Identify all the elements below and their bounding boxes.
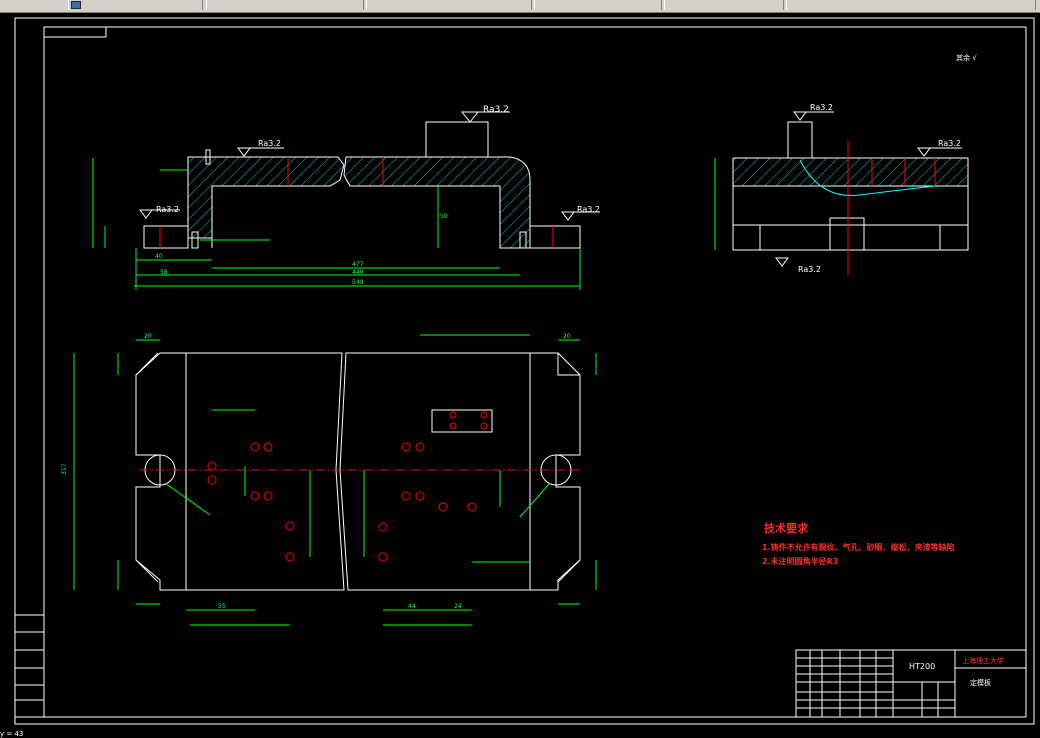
part-name: 定模板 <box>970 678 991 687</box>
tech-requirement-1: 1.铸件不允许有裂纹、气孔、砂眼、缩松、夹渣等缺陷 <box>762 542 955 552</box>
dim-plan-w3: 24 <box>454 603 462 610</box>
plan-view <box>73 334 597 626</box>
dim-plan-w2: 44 <box>408 603 416 610</box>
corner-code-box <box>43 26 107 38</box>
tech-requirement-2: 2.未注明圆角半径R3 <box>762 556 838 566</box>
roughness-label-4: Ra3.2 <box>810 103 833 112</box>
revision-block <box>14 614 45 718</box>
material-label: HT200 <box>909 662 935 671</box>
roughness-label-1: Ra3.2 <box>258 139 281 148</box>
sheet-inner-border <box>43 26 1027 718</box>
command-status-line: y = 43 <box>0 730 24 738</box>
tech-requirements-title: 技术要求 <box>764 521 809 535</box>
dim-front-4: 449 <box>352 269 364 276</box>
tab-2[interactable] <box>206 0 364 10</box>
dim-front-1: 40 <box>155 253 163 260</box>
dim-front-6: 50 <box>440 213 448 220</box>
roughness-label-top: Ra3.2 <box>483 105 509 115</box>
hole-markers <box>207 411 488 562</box>
dim-front-3: 477 <box>352 261 364 268</box>
dim-front-2: 58 <box>160 269 168 276</box>
cad-drawing-canvas[interactable]: 其余 √ 40 58 477 449 549 50 Ra3.2 Ra3.2 Ra… <box>0 12 1040 731</box>
roughness-symbols <box>139 111 962 267</box>
tab-3[interactable] <box>366 0 532 10</box>
tab-1[interactable] <box>68 0 203 10</box>
roughness-label-6: Ra3.2 <box>798 265 821 274</box>
roughness-label-3: Ra3.2 <box>577 205 600 214</box>
side-section-view <box>714 121 969 275</box>
roughness-label-2: Ra3.2 <box>156 205 179 214</box>
tab-6[interactable] <box>786 0 1036 10</box>
dim-plan-w: 55 <box>218 603 226 610</box>
dim-plan-c1: 20 <box>144 333 152 340</box>
sheet-outer-border <box>14 17 1035 725</box>
dim-plan-c2: 20 <box>563 333 571 340</box>
dim-plan-height: 317 <box>61 463 68 475</box>
school-name: 上海理工大学 <box>962 656 1004 665</box>
tab-5[interactable] <box>664 0 784 10</box>
roughness-default-note: 其余 √ <box>956 53 977 62</box>
roughness-label-5: Ra3.2 <box>938 139 961 148</box>
drawing-file-icon <box>71 1 81 9</box>
tab-4[interactable] <box>534 0 662 10</box>
dim-front-5: 549 <box>352 279 364 286</box>
